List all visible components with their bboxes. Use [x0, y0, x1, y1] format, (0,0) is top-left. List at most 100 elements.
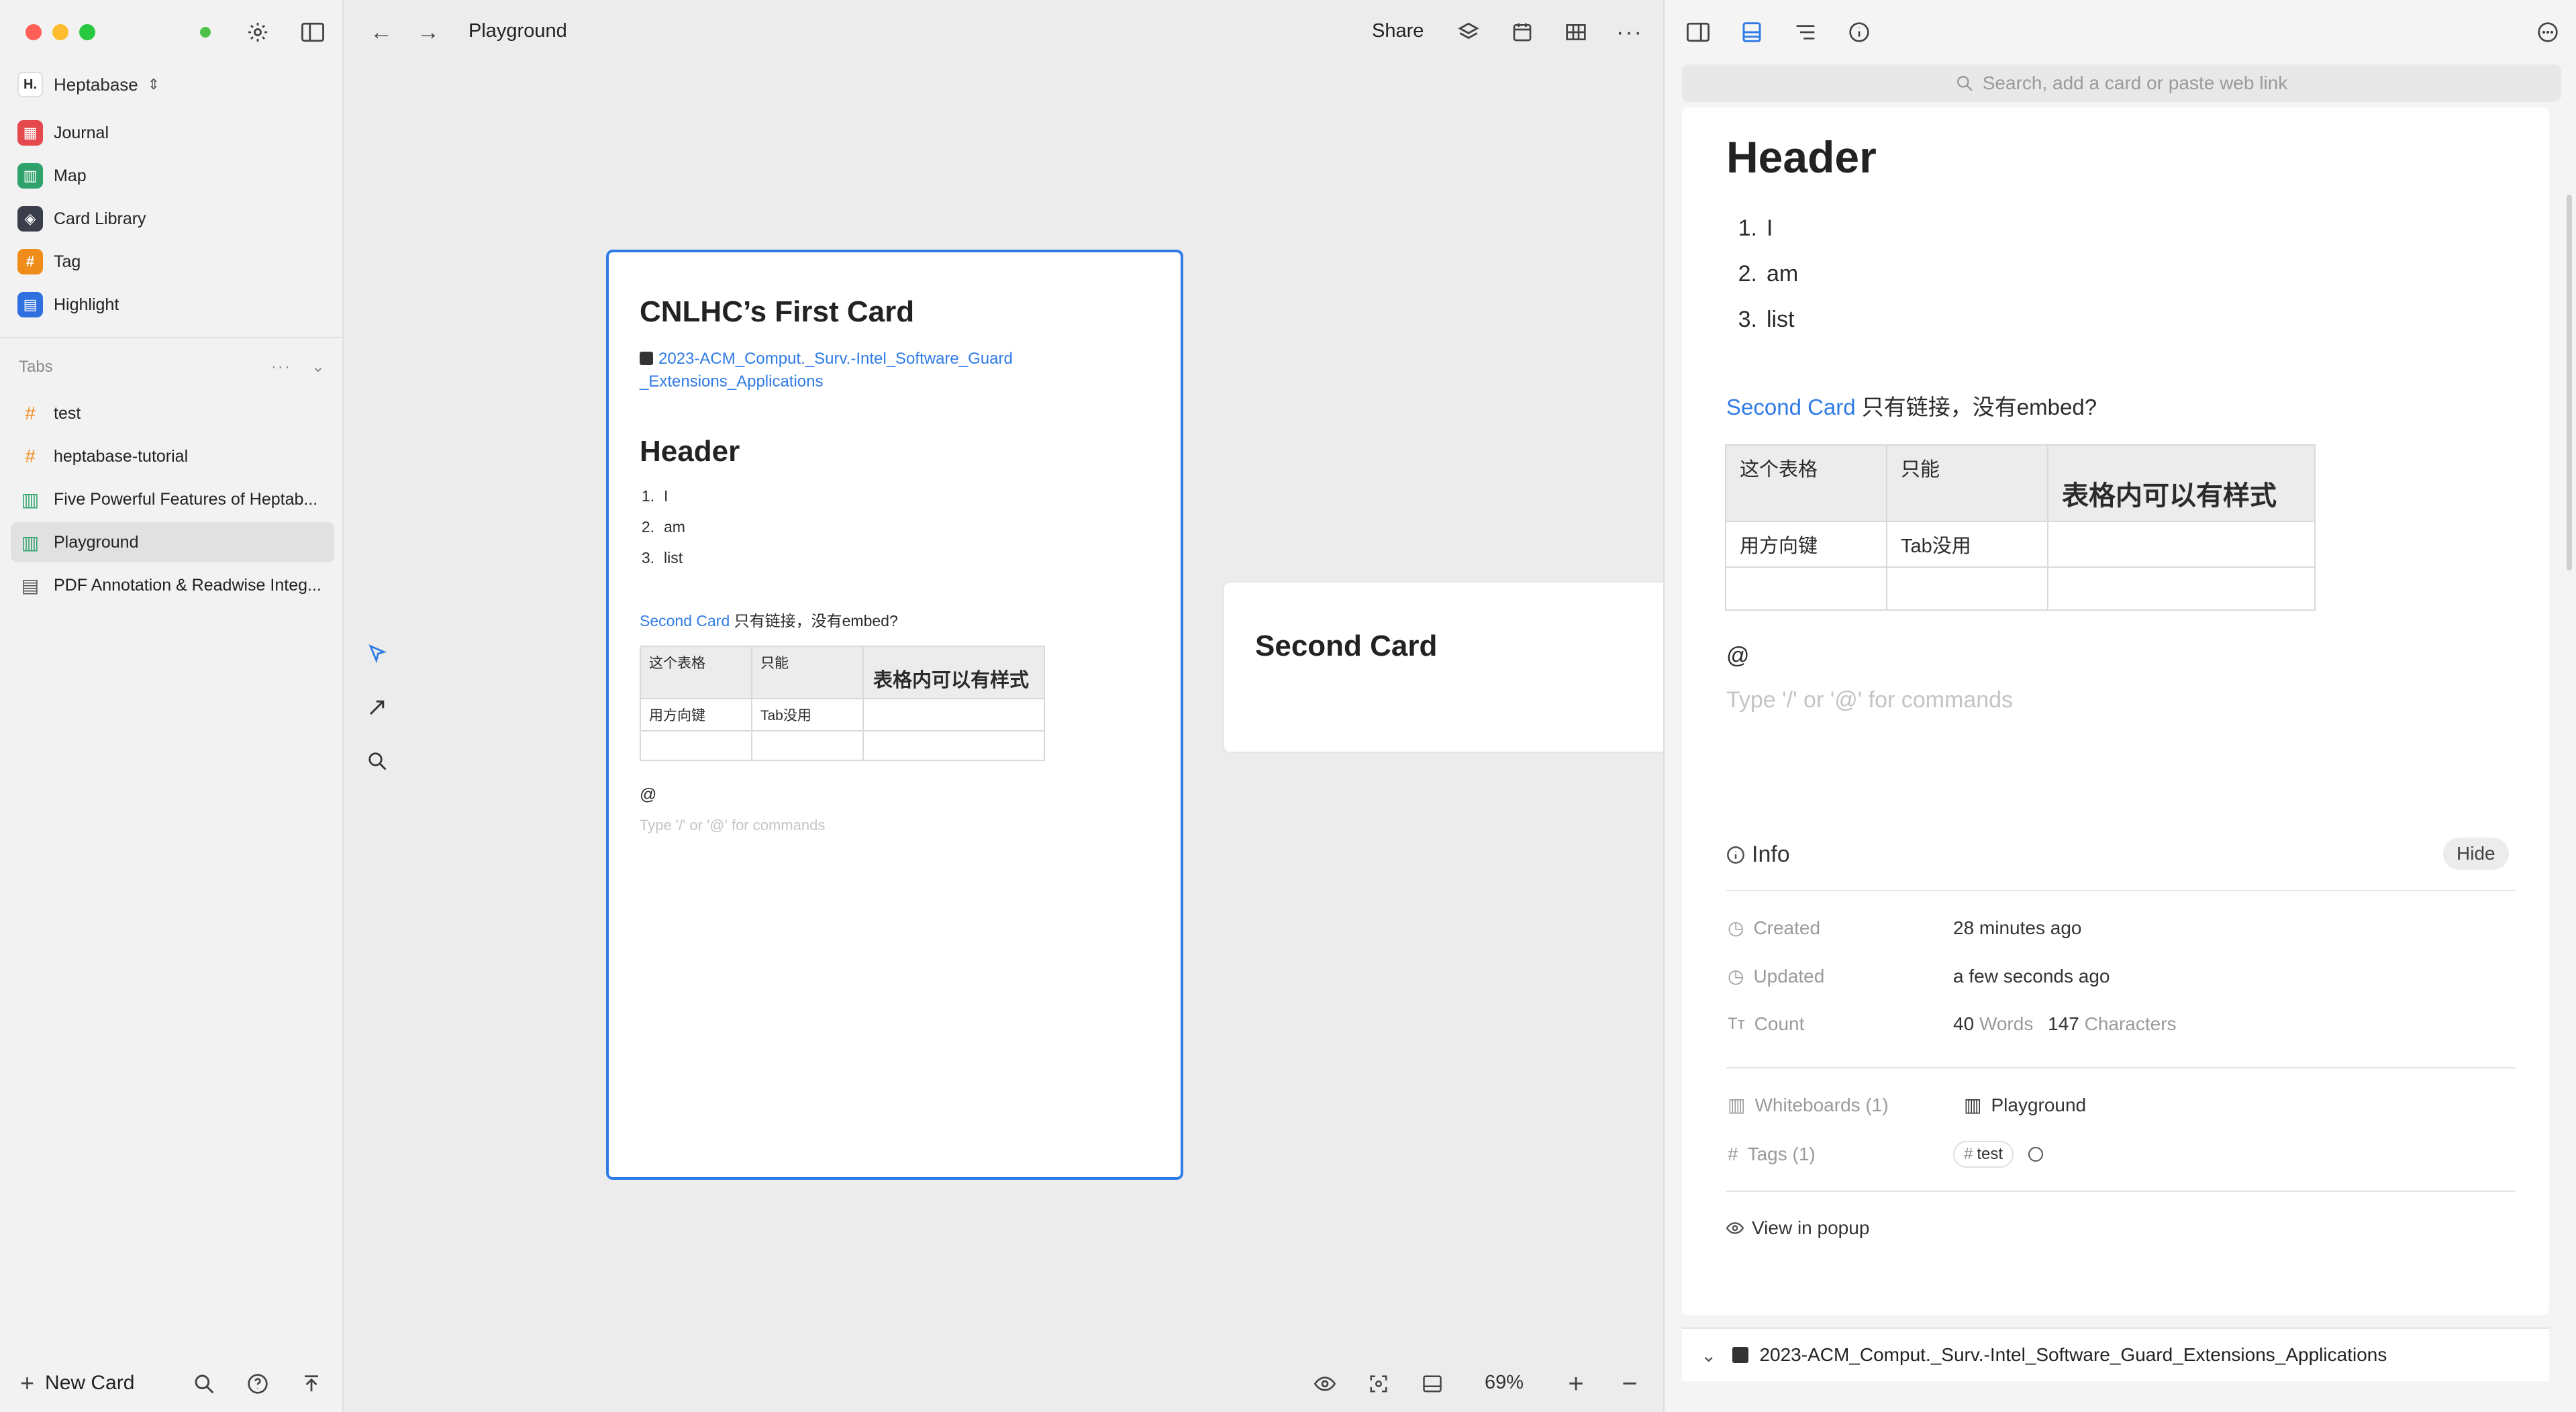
back-arrow-icon[interactable]: ← — [364, 15, 399, 50]
connector-arrow-icon[interactable] — [360, 690, 395, 725]
characters-count: 147 — [2048, 1013, 2079, 1034]
hashtag-icon: # — [1964, 1145, 1973, 1163]
minimize-window-button[interactable] — [52, 24, 68, 40]
count-label: Count — [1754, 1013, 1805, 1034]
tab-item[interactable]: ▥ Playground — [11, 522, 334, 562]
calendar-icon[interactable] — [1505, 15, 1540, 50]
created-row: ◷ Created 28 minutes ago — [1728, 917, 2081, 939]
search-bar[interactable]: Search, add a card or paste web link — [1682, 64, 2561, 102]
sidebar-item-label: Card Library — [54, 209, 146, 228]
select-pointer-icon[interactable] — [360, 636, 395, 671]
table-cell[interactable] — [1725, 566, 1887, 611]
scrollbar[interactable] — [2567, 195, 2572, 570]
sidebar-item-highlight[interactable]: ▤ Highlight — [11, 285, 334, 325]
table-cell[interactable] — [862, 730, 1045, 761]
sidebar-item-map[interactable]: ▥ Map — [11, 156, 334, 196]
second-card-link[interactable]: Second Card — [1726, 395, 1856, 419]
help-icon[interactable] — [240, 1366, 275, 1401]
second-card[interactable]: Second Card — [1223, 581, 1693, 753]
table-cell[interactable] — [751, 730, 864, 761]
table-cell[interactable] — [2047, 566, 2316, 611]
list-text: am — [1767, 260, 1799, 287]
second-card-link[interactable]: Second Card — [640, 612, 730, 629]
card-library-icon: ◈ — [17, 206, 43, 232]
pdf-link[interactable]: 2023-ACM_Comput._Surv.-Intel_Software_Gu… — [640, 348, 1015, 393]
link-paragraph-text: 只有链接，没有embed? — [730, 612, 898, 629]
tabs-title: Tabs — [19, 357, 53, 376]
tag-chip[interactable]: # test — [1953, 1141, 2014, 1168]
share-button[interactable]: Share — [1372, 20, 1424, 42]
canvas-search-icon[interactable] — [360, 744, 395, 778]
whiteboard-icon: ▥ — [21, 532, 40, 553]
add-tag-circle-icon[interactable] — [2028, 1147, 2044, 1162]
editor-placeholder[interactable]: Type '/' or '@' for commands — [1726, 687, 2013, 713]
panel-more-icon[interactable] — [2530, 15, 2565, 50]
sidebar-toggle-icon[interactable] — [295, 15, 330, 50]
table-cell[interactable] — [640, 730, 752, 761]
pdf-link-text: 2023-ACM_Comput._Surv.-Intel_Software_Gu… — [640, 350, 1013, 391]
zoom-in-icon[interactable]: + — [1558, 1366, 1593, 1401]
table-cell[interactable] — [1886, 566, 2048, 611]
settings-gear-icon[interactable] — [240, 15, 275, 50]
tab-item[interactable]: # heptabase-tutorial — [11, 436, 334, 476]
zoom-level[interactable]: 69% — [1485, 1372, 1524, 1394]
whiteboard-icon: ▥ — [1964, 1095, 1982, 1115]
updated-label: Updated — [1753, 965, 1825, 987]
link-paragraph-text: 只有链接，没有embed? — [1855, 395, 2097, 419]
tab-label: heptabase-tutorial — [54, 446, 189, 466]
chevron-down-icon[interactable]: ⌄ — [1701, 1344, 1716, 1366]
tabs-more-icon[interactable]: ··· — [271, 358, 291, 376]
close-window-button[interactable] — [26, 24, 42, 40]
info-divider — [1726, 1191, 2516, 1192]
panel-layout-icon[interactable] — [1681, 15, 1716, 50]
whiteboards-label: Whiteboards (1) — [1754, 1094, 1889, 1115]
sidebar-item-card-library[interactable]: ◈ Card Library — [11, 199, 334, 239]
table-cell[interactable]: Tab没用 — [1886, 521, 2048, 568]
table-header-cell: 表格内可以有样式 — [2047, 444, 2316, 522]
card-table: 这个表格 只能 表格内可以有样式 用方向键 Tab没用 — [640, 646, 1045, 761]
table-cell[interactable]: Tab没用 — [751, 698, 864, 732]
tag-icon: # — [17, 249, 43, 274]
tabs-collapse-chevron-icon[interactable]: ⌄ — [311, 357, 325, 376]
highlight-icon: ▤ — [17, 292, 43, 317]
table-cell[interactable]: 用方向键 — [640, 698, 752, 732]
scroll-to-top-icon[interactable] — [294, 1366, 329, 1401]
first-card[interactable]: CNLHC’s First Card 2023-ACM_Comput._Surv… — [606, 250, 1183, 1180]
pdf-panel-bar[interactable]: ⌄ 2023-ACM_Comput._Surv.-Intel_Software_… — [1682, 1327, 2549, 1381]
sidebar-item-tag[interactable]: # Tag — [11, 242, 334, 282]
tab-item[interactable]: ▤ PDF Annotation & Readwise Integ... — [11, 565, 334, 605]
whiteboard-link[interactable]: ▥ Playground — [1953, 1094, 2086, 1116]
forward-arrow-icon[interactable]: → — [411, 15, 446, 50]
info-icon[interactable] — [1842, 15, 1877, 50]
zoom-window-button[interactable] — [79, 24, 95, 40]
more-options-icon[interactable]: ··· — [1612, 15, 1647, 50]
tags-label: Tags (1) — [1747, 1144, 1816, 1164]
link-paragraph: Second Card 只有链接，没有embed? — [640, 608, 1150, 631]
whiteboard-icon: ▥ — [1728, 1095, 1746, 1115]
list-number: 3. — [1738, 306, 1757, 332]
new-card-button[interactable]: + New Card — [20, 1369, 134, 1397]
tab-item[interactable]: # test — [11, 393, 334, 434]
outline-icon[interactable] — [1788, 15, 1823, 50]
hide-info-button[interactable]: Hide — [2443, 838, 2509, 870]
count-row: Tт Count 40 Words 147 Characters — [1728, 1013, 2177, 1035]
panel-ordered-list: 1. I 2. am 3. list — [1737, 205, 1799, 342]
view-in-popup-button[interactable]: View in popup — [1726, 1217, 1869, 1239]
table-cell[interactable] — [2047, 521, 2316, 568]
workspace-switcher[interactable]: H. Heptabase ⇕ — [17, 70, 160, 99]
search-icon[interactable] — [187, 1366, 221, 1401]
fit-screen-icon[interactable] — [1361, 1366, 1396, 1401]
zoom-out-icon[interactable]: − — [1612, 1366, 1647, 1401]
editor-placeholder[interactable]: Type '/' or '@' for commands — [640, 817, 1150, 834]
layers-icon[interactable] — [1451, 15, 1486, 50]
workspace-logo: H. — [17, 72, 43, 97]
minimap-icon[interactable] — [1415, 1366, 1450, 1401]
card-view-icon[interactable] — [1734, 15, 1769, 50]
table-cell[interactable] — [862, 698, 1045, 732]
list-number: 1. — [1738, 215, 1757, 241]
tab-item[interactable]: ▥ Five Powerful Features of Heptab... — [11, 479, 334, 519]
table-cell[interactable]: 用方向键 — [1725, 521, 1887, 568]
sidebar-item-journal[interactable]: ▦ Journal — [11, 113, 334, 153]
visibility-eye-icon[interactable] — [1307, 1366, 1342, 1401]
whiteboard-map-icon[interactable] — [1558, 15, 1593, 50]
